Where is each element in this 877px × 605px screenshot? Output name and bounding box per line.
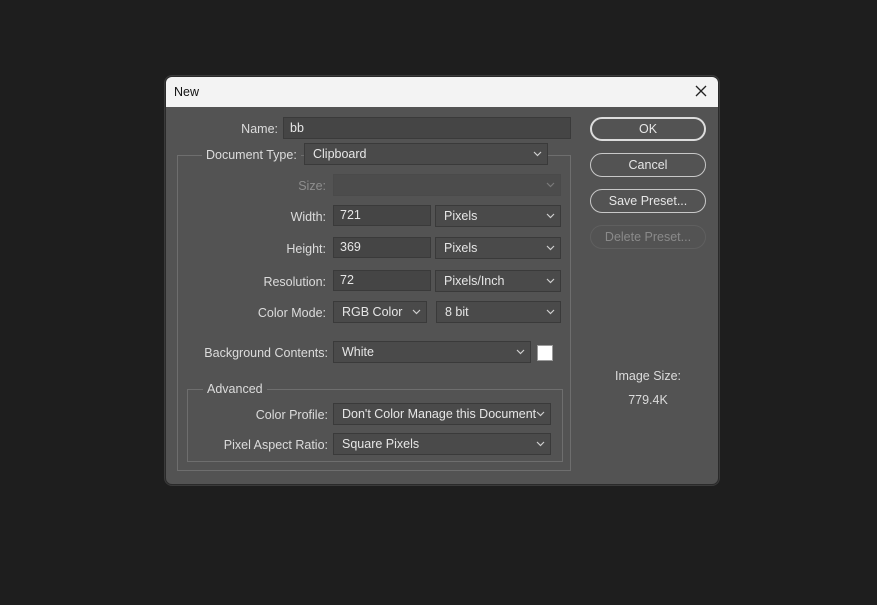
image-size-label: Image Size: — [614, 369, 681, 383]
height-input[interactable]: 369 — [333, 237, 431, 258]
pixel-aspect-ratio-value: Square Pixels — [342, 437, 420, 451]
document-type-value: Clipboard — [313, 147, 367, 161]
chevron-down-icon — [546, 245, 555, 251]
chevron-down-icon — [412, 309, 421, 315]
width-input[interactable]: 721 — [333, 205, 431, 226]
color-profile-label: Color Profile: — [255, 408, 328, 422]
chevron-down-icon — [536, 411, 545, 417]
ok-button[interactable]: OK — [590, 117, 706, 141]
background-contents-value: White — [342, 345, 374, 359]
chevron-down-icon — [546, 309, 555, 315]
height-unit-value: Pixels — [444, 241, 478, 255]
name-label: Name: — [241, 122, 278, 136]
bit-depth-value: 8 bit — [445, 305, 469, 319]
color-profile-value: Don't Color Manage this Document — [342, 407, 537, 421]
delete-preset-button: Delete Preset... — [590, 225, 706, 249]
chevron-down-icon — [546, 182, 555, 188]
color-mode-value: RGB Color — [342, 305, 403, 319]
color-mode-select[interactable]: RGB Color — [333, 301, 427, 323]
background-contents-select[interactable]: White — [333, 341, 531, 363]
resolution-input[interactable]: 72 — [333, 270, 431, 291]
size-select — [333, 174, 561, 196]
resolution-label: Resolution: — [263, 275, 326, 289]
width-label: Width: — [290, 210, 326, 224]
width-unit-value: Pixels — [444, 209, 478, 223]
width-unit-select[interactable]: Pixels — [435, 205, 561, 227]
chevron-down-icon — [546, 278, 555, 284]
document-type-label: Document Type: — [202, 148, 301, 162]
pixel-aspect-ratio-label: Pixel Aspect Ratio: — [223, 438, 328, 452]
color-mode-label: Color Mode: — [257, 306, 326, 320]
close-icon[interactable] — [692, 82, 710, 100]
resolution-unit-value: Pixels/Inch — [444, 274, 505, 288]
color-profile-select[interactable]: Don't Color Manage this Document — [333, 403, 551, 425]
size-label: Size: — [298, 179, 326, 193]
height-unit-select[interactable]: Pixels — [435, 237, 561, 259]
document-type-select[interactable]: Clipboard — [304, 143, 548, 165]
pixel-aspect-ratio-select[interactable]: Square Pixels — [333, 433, 551, 455]
name-input[interactable]: bb — [283, 117, 571, 139]
new-document-dialog: New Name: bb Document Type: Clipboard Si… — [165, 76, 719, 485]
cancel-button[interactable]: Cancel — [590, 153, 706, 177]
chevron-down-icon — [536, 441, 545, 447]
chevron-down-icon — [533, 151, 542, 157]
title-bar: New — [166, 77, 718, 107]
resolution-unit-select[interactable]: Pixels/Inch — [435, 270, 561, 292]
height-label: Height: — [286, 242, 326, 256]
advanced-label: Advanced — [203, 382, 267, 396]
dialog-title: New — [174, 85, 200, 99]
image-size-value: 779.4K — [628, 393, 668, 407]
background-color-swatch[interactable] — [537, 345, 553, 361]
chevron-down-icon — [516, 349, 525, 355]
background-contents-label: Background Contents: — [204, 346, 328, 360]
bit-depth-select[interactable]: 8 bit — [436, 301, 561, 323]
save-preset-button[interactable]: Save Preset... — [590, 189, 706, 213]
chevron-down-icon — [546, 213, 555, 219]
